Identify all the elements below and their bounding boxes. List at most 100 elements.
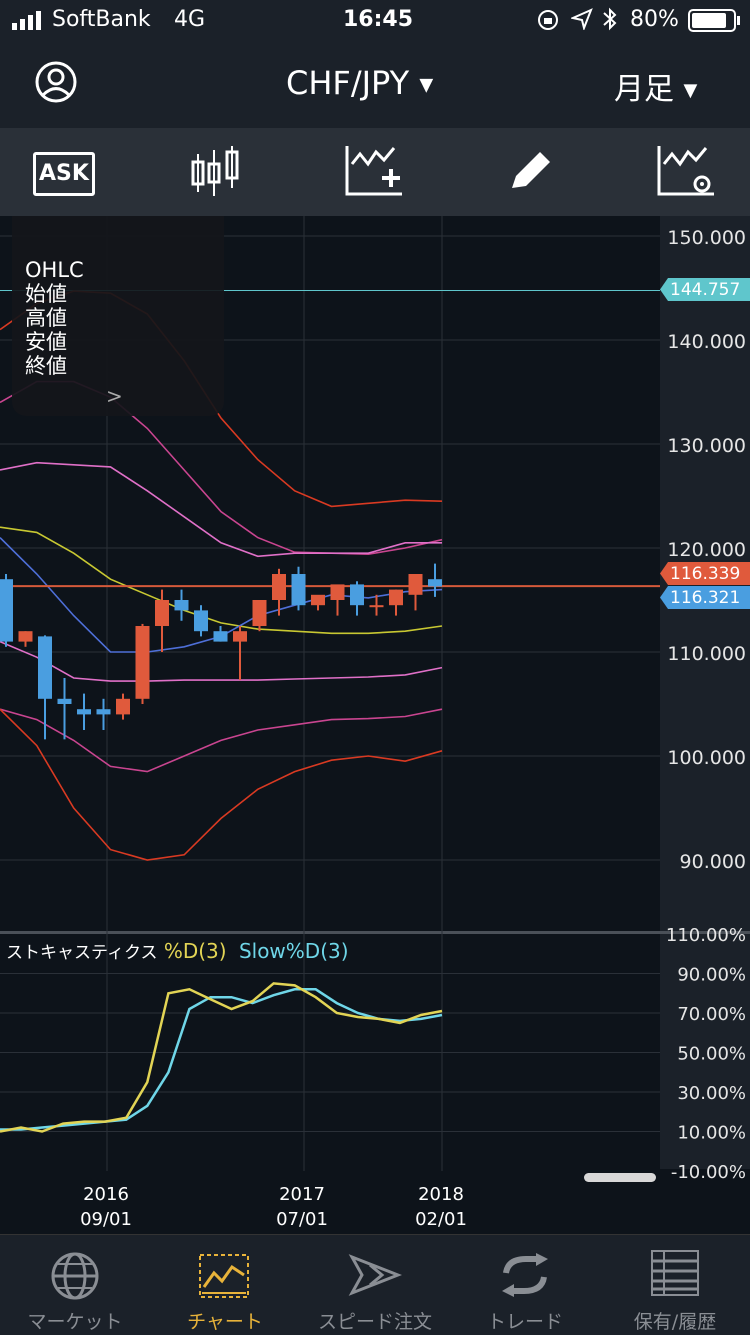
location-icon (569, 8, 593, 36)
account-icon[interactable] (34, 60, 78, 108)
currency-pair-label: CHF/JPY (286, 64, 410, 102)
speed-order-icon (348, 1253, 403, 1301)
status-bar: SoftBank 4G 16:45 80% (0, 0, 750, 40)
ohlc-high-label: 高値 (25, 306, 67, 330)
time-year: 2016 (83, 1184, 129, 1205)
tab-chart-label: チャート (187, 1311, 263, 1333)
time-label: 16:45 (343, 7, 414, 32)
stochastic-slow-line (0, 988, 443, 1131)
candle-body (155, 600, 169, 626)
osc-tick-label: 70.00% (677, 1004, 746, 1025)
candle-body (311, 594, 325, 606)
high-line-value: 144.757 (670, 280, 741, 300)
chevron-down-icon: ▼ (419, 74, 434, 96)
period-selector[interactable]: 月足 ▼ (614, 64, 697, 108)
nav-bar: CHF/JPY ▼ 月足 ▼ (0, 40, 750, 128)
osc-title: ストキャスティクス %D(3) Slow%D(3) (6, 938, 349, 963)
candle-body (291, 574, 306, 606)
candle-body (0, 579, 13, 642)
price-tick-label: 120.000 (667, 539, 746, 561)
chevron-down-icon: ▼ (683, 80, 698, 101)
chart-toolbar: ASK (0, 128, 750, 216)
osc-series-d-label: %D(3) (163, 939, 227, 963)
candle-body (330, 584, 345, 600)
time-date: 07/01 (276, 1209, 328, 1230)
candlestick-icon[interactable] (190, 144, 242, 204)
signal-icon (12, 10, 48, 36)
bid-price-value: 116.339 (670, 564, 741, 584)
tab-chart[interactable]: チャート (150, 1235, 300, 1335)
chart-icon (198, 1253, 250, 1303)
tab-speed-order[interactable]: スピード注文 (300, 1235, 450, 1335)
osc-tick-label: 30.00% (677, 1083, 746, 1104)
ask-button[interactable]: ASK (33, 152, 95, 196)
candle-body (428, 579, 442, 587)
indicator-settings-icon[interactable] (656, 144, 716, 204)
currency-pair-selector[interactable]: CHF/JPY ▼ (286, 64, 433, 102)
carrier-label: SoftBank (52, 7, 151, 32)
high-line-tag: 144.757 (660, 278, 750, 301)
pencil-icon[interactable] (508, 148, 554, 198)
scroll-handle[interactable] (584, 1173, 656, 1182)
price-tick-label: 150.000 (667, 227, 746, 249)
price-tick-label: 90.000 (680, 851, 746, 873)
chevron-right-icon[interactable]: > (106, 384, 123, 408)
ohlc-close-label: 終値 (25, 354, 67, 378)
price-tick-label: 100.000 (667, 747, 746, 769)
price-tick-label: 110.000 (667, 643, 746, 665)
ask-price-tag: 116.321 (660, 586, 750, 609)
candle-body (213, 631, 228, 642)
time-label-1: 2017 07/01 (262, 1182, 342, 1232)
osc-tick-label: -10.00% (671, 1162, 746, 1183)
time-label-0: 2016 09/01 (66, 1182, 146, 1232)
candle-body (77, 709, 91, 715)
candle-body (96, 709, 111, 715)
tab-bar: マーケット チャート スピード注文 トレード 保有/履歴 (0, 1234, 750, 1335)
chart-area[interactable]: 150.000 140.000 130.000 120.000 110.000 100.0… (0, 216, 750, 1234)
candle-body (135, 626, 150, 699)
osc-tick-label: 90.00% (677, 965, 746, 986)
time-year: 2018 (418, 1184, 464, 1205)
candle-body (174, 600, 189, 611)
indicator-line-lower-3sigma (0, 708, 443, 861)
ohlc-open-label: 始値 (25, 282, 67, 306)
candle-body (57, 698, 72, 704)
tab-speed-order-label: スピード注文 (317, 1311, 432, 1333)
candle-body (194, 610, 208, 632)
indicator-line-lower-2sigma (0, 708, 443, 773)
osc-tick-label: 50.00% (677, 1044, 746, 1065)
history-list-icon (650, 1249, 700, 1301)
candle-body (18, 631, 33, 642)
network-label: 4G (174, 7, 206, 32)
osc-tick-label: 10.00% (677, 1123, 746, 1144)
tab-history[interactable]: 保有/履歴 (600, 1235, 750, 1335)
bid-price-tag: 116.339 (660, 562, 750, 585)
globe-icon (50, 1251, 100, 1305)
tab-market[interactable]: マーケット (0, 1235, 150, 1335)
ohlc-panel[interactable]: OHLC 始値 高値 安値 終値 > (12, 216, 224, 416)
ask-price-value: 116.321 (670, 588, 741, 608)
osc-series-slow-label: Slow%D(3) (238, 939, 349, 963)
time-year: 2017 (279, 1184, 325, 1205)
candle-body (38, 636, 52, 699)
period-label: 月足 (614, 72, 674, 107)
tab-history-label: 保有/履歴 (633, 1311, 717, 1333)
candle-body (408, 574, 423, 595)
tab-trade-label: トレード (486, 1311, 563, 1333)
bluetooth-icon (601, 7, 619, 37)
candle-body (350, 584, 364, 606)
stochastic-d-line (0, 982, 443, 1133)
tab-trade[interactable]: トレード (450, 1235, 600, 1335)
battery-icon (688, 9, 742, 39)
time-date: 02/01 (415, 1209, 467, 1230)
battery-percent: 80% (630, 7, 679, 32)
add-indicator-icon[interactable] (344, 144, 404, 204)
tab-market-label: マーケット (27, 1311, 123, 1333)
rotation-lock-icon (536, 8, 560, 38)
candle-body (233, 631, 247, 642)
ohlc-low-label: 安値 (25, 330, 67, 354)
price-tick-label: 140.000 (667, 331, 746, 353)
candle-body (252, 600, 267, 626)
osc-title-label: ストキャスティクス (6, 943, 158, 963)
osc-tick-label: 110.00% (666, 925, 746, 946)
